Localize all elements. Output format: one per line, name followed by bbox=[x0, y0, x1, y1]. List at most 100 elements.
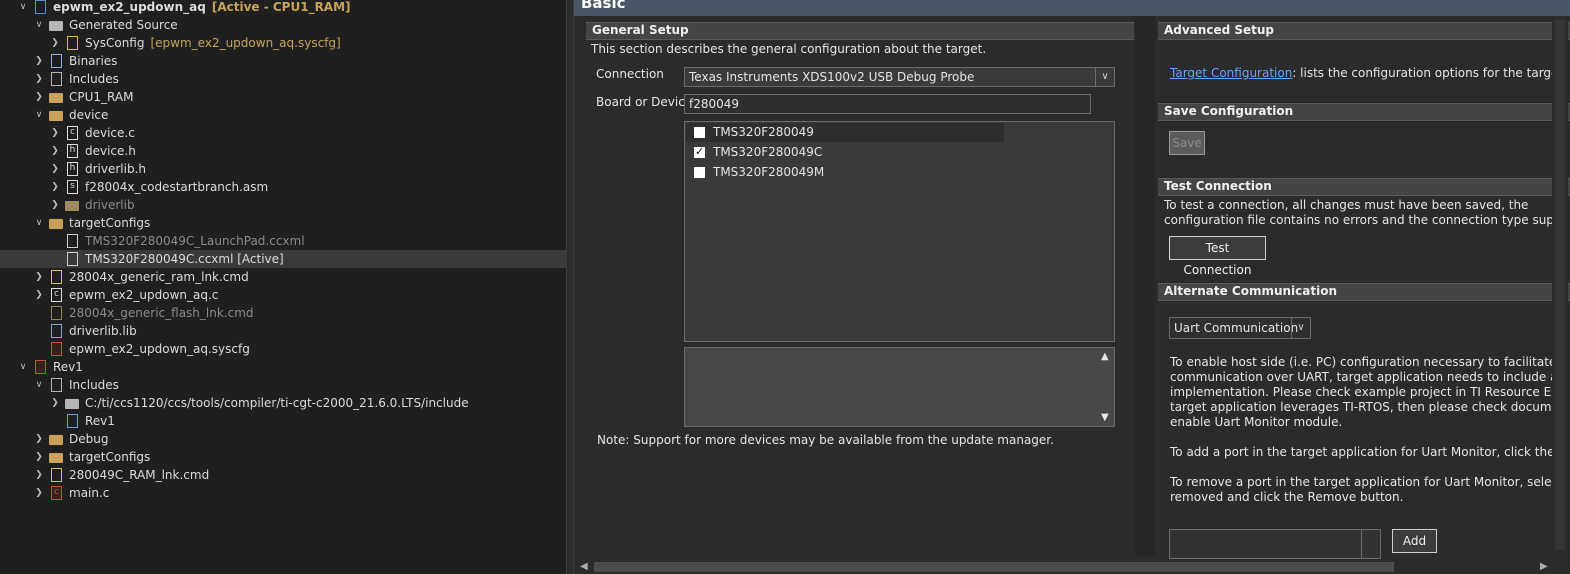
general-setup-section-title: General Setup bbox=[586, 22, 1134, 40]
tree-item[interactable]: ∨ targetConfigs bbox=[0, 214, 566, 232]
tree-item[interactable]: ∨ epwm_ex2_updown_aq [Active - CPU1_RAM] bbox=[0, 0, 566, 16]
folder-icon bbox=[49, 453, 63, 463]
chevron-right-icon[interactable]: ❯ bbox=[50, 394, 60, 412]
chevron-right-icon[interactable]: ❯ bbox=[34, 448, 44, 466]
uart-monitor-info-line: To enable host side (i.e. PC) configurat… bbox=[1170, 355, 1552, 369]
tree-item[interactable]: ❯ c main.c bbox=[0, 484, 566, 502]
device-description-area[interactable]: ▲ ▼ bbox=[684, 347, 1115, 427]
chevron-down-icon[interactable]: ∨ bbox=[34, 106, 44, 124]
scroll-right-icon[interactable]: ▶ bbox=[1540, 561, 1548, 572]
device-list[interactable]: TMS320F280049 TMS320F280049C TMS320F280049… bbox=[684, 121, 1115, 342]
editor-horizontal-scrollbar[interactable]: ◀ ▶ bbox=[574, 560, 1570, 574]
uart-port-list[interactable] bbox=[1169, 529, 1381, 559]
chevron-right-icon[interactable]: ❯ bbox=[50, 160, 60, 178]
tree-item[interactable]: ❯ Debug bbox=[0, 430, 566, 448]
chevron-down-icon[interactable]: ∨ bbox=[1095, 68, 1114, 86]
chevron-down-icon[interactable]: ∨ bbox=[1291, 318, 1310, 338]
chevron-right-icon[interactable]: ❯ bbox=[34, 52, 44, 70]
tree-item[interactable]: TMS320F280049C.ccxml [Active] bbox=[0, 250, 566, 268]
chevron-down-icon[interactable]: ∨ bbox=[18, 0, 28, 16]
test-connection-button[interactable]: Test Connection bbox=[1169, 236, 1266, 277]
chevron-right-icon[interactable]: ❯ bbox=[50, 178, 60, 196]
chevron-right-icon[interactable]: ❯ bbox=[50, 196, 60, 214]
tree-item[interactable]: ❯ CPU1_RAM bbox=[0, 88, 566, 106]
project-explorer: ∨ epwm_ex2_updown_aq [Active - CPU1_RAM] ∨ G… bbox=[0, 0, 566, 574]
device-label: TMS320F280049C bbox=[713, 145, 823, 159]
folder-open-icon bbox=[49, 219, 63, 229]
chevron-right-icon[interactable]: ❯ bbox=[34, 286, 44, 304]
chevron-right-icon[interactable]: ❯ bbox=[34, 88, 44, 106]
description-scrollbar[interactable]: ▲ ▼ bbox=[1098, 348, 1114, 426]
editor-horizontal-scrollbar-thumb[interactable] bbox=[594, 562, 1394, 572]
tree-item[interactable]: driverlib.lib bbox=[0, 322, 566, 340]
tree-item[interactable]: ∨ Rev1 bbox=[0, 358, 566, 376]
tree-item[interactable]: ❯ Binaries bbox=[0, 52, 566, 70]
save-button[interactable]: Save bbox=[1169, 131, 1205, 155]
device-list-item[interactable]: TMS320F280049 bbox=[686, 123, 1004, 142]
tree-item-text: targetConfigs bbox=[69, 214, 150, 232]
tree-item-label: driverlib bbox=[85, 198, 135, 212]
tree-item[interactable]: ❯ C:/ti/ccs1120/ccs/tools/compiler/ti-cgt… bbox=[0, 394, 566, 412]
tree-item-text: Generated Source bbox=[69, 16, 178, 34]
tree-item[interactable]: ❯ Includes bbox=[0, 70, 566, 88]
scroll-up-icon[interactable]: ▲ bbox=[1101, 351, 1109, 362]
view-splitter[interactable] bbox=[566, 0, 574, 574]
add-port-button[interactable]: Add bbox=[1392, 529, 1437, 553]
tree-item[interactable]: TMS320F280049C_LaunchPad.ccxml bbox=[0, 232, 566, 250]
chevron-right-icon[interactable]: ❯ bbox=[50, 124, 60, 142]
chevron-down-icon[interactable]: ∨ bbox=[18, 358, 28, 376]
uart-remove-port-line: To remove a port in the target applicati… bbox=[1170, 475, 1552, 489]
editor-vertical-scrollbar-thumb[interactable] bbox=[1555, 20, 1565, 550]
chevron-right-icon[interactable]: ❯ bbox=[34, 430, 44, 448]
editor-vertical-scrollbar[interactable] bbox=[1552, 16, 1568, 558]
tree-item[interactable]: ∨ device bbox=[0, 106, 566, 124]
tree-item-label: Binaries bbox=[69, 54, 118, 68]
chevron-right-icon[interactable]: ❯ bbox=[34, 466, 44, 484]
tree-item-text: CPU1_RAM bbox=[69, 88, 133, 106]
scroll-left-icon[interactable]: ◀ bbox=[580, 561, 588, 572]
tree-item[interactable]: ❯ SysConfig [epwm_ex2_updown_aq.syscfg] bbox=[0, 34, 566, 52]
alternate-communication-select[interactable]: Uart Communication ∨ bbox=[1169, 317, 1311, 339]
tree-item-label: driverlib.h bbox=[85, 162, 147, 176]
general-setup-description: This section describes the general confi… bbox=[591, 42, 987, 56]
tree-item[interactable]: ❯ 28004x_generic_ram_lnk.cmd bbox=[0, 268, 566, 286]
device-checkbox[interactable] bbox=[694, 167, 705, 178]
target-configuration-link-desc: : lists the configuration options for th… bbox=[1292, 66, 1567, 80]
connection-select[interactable]: Texas Instruments XDS100v2 USB Debug Pro… bbox=[684, 67, 1115, 87]
tree-item[interactable]: ❯ targetConfigs bbox=[0, 448, 566, 466]
chevron-right-icon[interactable]: ❯ bbox=[34, 70, 44, 88]
tree-item[interactable]: ❯ h device.h bbox=[0, 142, 566, 160]
tree-item-text: 280049C_RAM_lnk.cmd bbox=[69, 466, 209, 484]
target-configuration-link[interactable]: Target Configuration bbox=[1170, 66, 1292, 80]
tree-item[interactable]: ∨ Generated Source bbox=[0, 16, 566, 34]
tree-item[interactable]: ❯ h driverlib.h bbox=[0, 160, 566, 178]
device-checkbox[interactable] bbox=[694, 127, 705, 138]
tree-item[interactable]: ❯ 280049C_RAM_lnk.cmd bbox=[0, 466, 566, 484]
chevron-right-icon[interactable]: ❯ bbox=[50, 34, 60, 52]
board-or-device-input[interactable] bbox=[684, 94, 1091, 114]
board-or-device-field[interactable] bbox=[685, 95, 1090, 113]
tree-item[interactable]: ❯ c device.c bbox=[0, 124, 566, 142]
tree-item[interactable]: ❯ driverlib bbox=[0, 196, 566, 214]
scroll-down-icon[interactable]: ▼ bbox=[1101, 412, 1109, 423]
uart-monitor-info-line: communication over UART, target applicat… bbox=[1170, 370, 1552, 384]
chevron-down-icon[interactable]: ∨ bbox=[34, 16, 44, 34]
chevron-right-icon[interactable]: ❯ bbox=[34, 484, 44, 502]
tree-item-label: device bbox=[69, 108, 109, 122]
device-list-item[interactable]: TMS320F280049C bbox=[686, 143, 1004, 162]
tree-item[interactable]: epwm_ex2_updown_aq.syscfg bbox=[0, 340, 566, 358]
tree-item[interactable]: ∨ Includes bbox=[0, 376, 566, 394]
tree-item-label: main.c bbox=[69, 486, 110, 500]
chevron-down-icon[interactable]: ∨ bbox=[34, 214, 44, 232]
device-list-item[interactable]: TMS320F280049M bbox=[686, 163, 1004, 182]
tree-item-text: Includes bbox=[69, 376, 119, 394]
tree-item[interactable]: ❯ s f28004x_codestartbranch.asm bbox=[0, 178, 566, 196]
tree-item-label: Debug bbox=[69, 432, 109, 446]
device-checkbox[interactable] bbox=[694, 145, 705, 158]
chevron-down-icon[interactable]: ∨ bbox=[34, 376, 44, 394]
chevron-right-icon[interactable]: ❯ bbox=[34, 268, 44, 286]
tree-item[interactable]: Rev1 bbox=[0, 412, 566, 430]
chevron-right-icon[interactable]: ❯ bbox=[50, 142, 60, 160]
tree-item[interactable]: 28004x_generic_flash_lnk.cmd bbox=[0, 304, 566, 322]
tree-item[interactable]: ❯ c epwm_ex2_updown_aq.c bbox=[0, 286, 566, 304]
